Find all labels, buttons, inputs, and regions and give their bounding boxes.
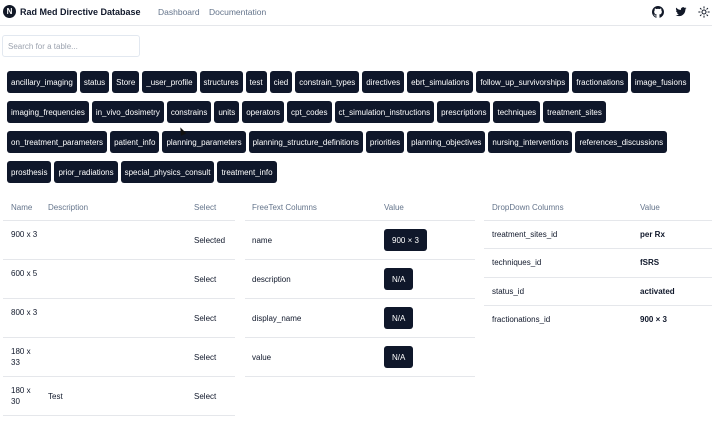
record-select-button[interactable]: Select [194,392,216,401]
table-chip[interactable]: patient_info [110,131,160,153]
table-chip[interactable]: ct_simulation_instructions [334,101,435,123]
app-logo[interactable]: N [3,5,16,18]
table-chip[interactable]: prosthesis [7,161,52,183]
table-chip[interactable]: status [79,71,110,93]
row-divider [484,305,712,306]
record-selected-button[interactable]: Selected [194,236,225,245]
dropdown-column-name: fractionations_id [492,315,551,324]
table-chip[interactable]: follow_up_survivorships [476,71,570,93]
freetext-value-badge[interactable]: 900 × 3 [384,229,427,251]
row-divider [3,298,235,299]
dropdown-value: 900 × 3 [640,315,667,324]
table-chip[interactable]: _user_profile [142,71,197,93]
table-chip[interactable]: planning_objectives [407,131,486,153]
record-select-button[interactable]: Select [194,275,216,284]
row-divider [3,259,235,260]
table-chip[interactable]: treatment_info [217,161,277,183]
table-chip[interactable]: planning_parameters [162,131,246,153]
freetext-header-column: FreeText Columns [252,203,317,212]
dropdown-value: activated [640,287,675,296]
row-divider [245,376,475,377]
table-chip[interactable]: priorities [365,131,405,153]
github-icon[interactable] [652,6,664,18]
table-chip[interactable]: prescriptions [437,101,491,123]
table-chip[interactable]: cied [269,71,293,93]
table-chip[interactable]: in_vivo_dosimetry [91,101,164,123]
table-chip[interactable]: ancillary_imaging [7,71,77,93]
table-chip[interactable]: imaging_frequencies [7,101,89,123]
table-chip[interactable]: treatment_sites [543,101,606,123]
dropdown-header-value: Value [640,203,660,212]
records-header-divider [3,220,235,221]
table-chip[interactable]: constrains [166,101,212,123]
row-divider [245,298,475,299]
table-chip[interactable]: prior_radiations [54,161,118,183]
table-chip[interactable]: on_treatment_parameters [7,131,108,153]
freetext-value-badge[interactable]: N/A [384,307,414,329]
table-chip[interactable]: cpt_codes [287,101,332,123]
dropdown-column-name: status_id [492,287,525,296]
sun-icon[interactable] [698,6,710,18]
records-header-name: Name [11,203,33,212]
dropdown-value: per Rx [640,230,665,239]
row-divider [484,277,712,278]
record-select-button[interactable]: Select [194,314,216,323]
table-chip[interactable]: techniques [493,101,541,123]
table-chip[interactable]: special_physics_consult [120,161,215,183]
record-select-button[interactable]: Select [194,353,216,362]
dropdown-column-name: techniques_id [492,258,542,267]
top-bar: N Rad Med Directive Database Dashboard D… [0,0,712,26]
dropdown-header-column: DropDown Columns [492,203,564,212]
table-search-input[interactable] [2,35,140,57]
table-chip[interactable]: nursing_interventions [488,131,573,153]
record-name: 900 x 3 [11,230,38,239]
freetext-column-name: display_name [252,314,302,323]
nav-documentation-link[interactable]: Documentation [209,7,266,17]
table-chip[interactable]: fractionations [572,71,628,93]
record-description: Test [48,392,63,401]
row-divider [245,259,475,260]
table-chip[interactable]: operators [242,101,285,123]
table-chip[interactable]: units [214,101,240,123]
freetext-header-divider [245,220,475,221]
dropdown-value: fSRS [640,258,660,267]
records-header-select: Select [194,203,217,212]
table-chip[interactable]: ebrt_simulations [407,71,474,93]
row-divider [245,337,475,338]
app-title[interactable]: Rad Med Directive Database [20,7,141,17]
dropdown-header-divider [484,220,712,221]
row-divider [484,248,712,249]
row-divider [3,415,235,416]
table-chip[interactable]: constrain_types [295,71,360,93]
table-chip[interactable]: directives [362,71,405,93]
row-divider [3,337,235,338]
freetext-value-badge[interactable]: N/A [384,346,414,368]
table-chip[interactable]: test [245,71,267,93]
dropdown-column-name: treatment_sites_id [492,230,558,239]
nav-dashboard-link[interactable]: Dashboard [158,7,200,17]
table-chip[interactable]: Store [112,71,140,93]
table-chip[interactable]: image_fusions [630,71,691,93]
table-chip[interactable]: references_discussions [575,131,668,153]
row-divider [3,376,235,377]
table-chip[interactable]: planning_structure_definitions [248,131,363,153]
table-chip[interactable]: structures [199,71,243,93]
freetext-column-name: name [252,236,273,245]
record-name: 180 x 30 [11,386,31,406]
records-header-description: Description [48,203,89,212]
record-name: 180 x 33 [11,347,31,367]
twitter-icon[interactable] [675,6,687,18]
freetext-value-badge[interactable]: N/A [384,268,414,290]
freetext-column-name: description [252,275,291,284]
record-name: 600 x 5 [11,269,38,278]
freetext-column-name: value [252,353,272,362]
freetext-header-value: Value [384,203,404,212]
record-name: 800 x 3 [11,308,38,317]
table-chip-list: ancillary_imaging status Store _user_profil… [7,71,707,183]
